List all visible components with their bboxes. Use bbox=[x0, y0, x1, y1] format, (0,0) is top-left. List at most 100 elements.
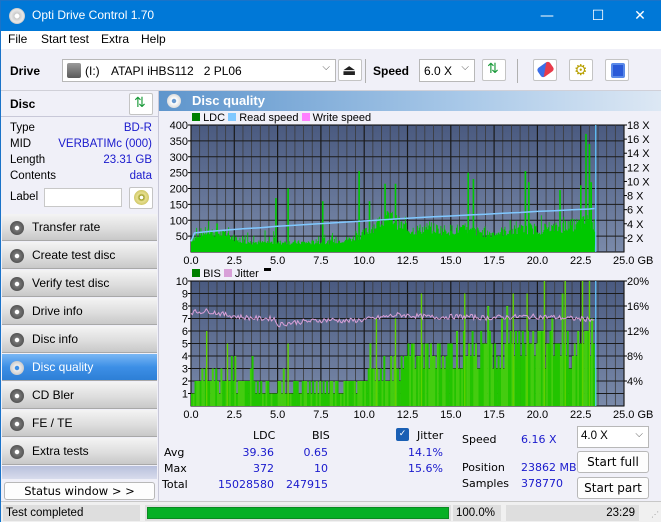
stats-avg-jitter: 14.1% bbox=[408, 446, 443, 459]
ldc-chart-x-tick-label: 22.5 bbox=[570, 255, 591, 267]
bis-spike bbox=[226, 343, 229, 406]
bis-bar bbox=[475, 343, 477, 406]
bis-bar bbox=[442, 356, 445, 406]
bis-chart-y-tick-label: 7 bbox=[182, 314, 188, 326]
bis-chart-x-tick-label: 22.5 bbox=[570, 409, 591, 421]
ldc-spike bbox=[588, 144, 591, 252]
bis-legend-swatch bbox=[192, 269, 200, 277]
bis-chart-y2-tick-label: 4% bbox=[627, 376, 643, 388]
ldc-chart-x-tick-label: 15.0 bbox=[440, 255, 461, 267]
bis-bar bbox=[294, 381, 297, 406]
bis-bar bbox=[468, 343, 471, 406]
bis-bar bbox=[258, 393, 261, 406]
ldc-legend-swatch bbox=[192, 113, 200, 121]
legend-marker bbox=[263, 268, 271, 271]
ldc-spike bbox=[394, 183, 397, 252]
bis-bar bbox=[350, 381, 353, 406]
start-full-button[interactable]: Start full bbox=[577, 451, 649, 473]
bis-bar bbox=[327, 393, 330, 406]
samples-value: 378770 bbox=[521, 477, 563, 490]
bis-chart-y-tick-label: 6 bbox=[182, 326, 188, 338]
resize-grip-icon[interactable]: ⋰ bbox=[651, 510, 659, 519]
bis-bar bbox=[333, 393, 335, 406]
ldc-chart-x-tick-label: 7.5 bbox=[313, 255, 328, 267]
bis-legend-label: BIS bbox=[203, 268, 221, 280]
ldc-chart-y-tick-label: 150 bbox=[170, 199, 188, 211]
bis-chart-y2-tick-label: 8% bbox=[627, 351, 643, 363]
bis-chart-y-tick-label: 2 bbox=[182, 376, 188, 388]
bis-bar bbox=[268, 393, 271, 406]
bis-bar bbox=[215, 368, 218, 406]
bis-bar bbox=[345, 381, 348, 406]
bis-chart-y-tick-label: 5 bbox=[182, 339, 188, 351]
ldc-chart-x-tick-label: 12.5 bbox=[397, 255, 418, 267]
jitter-legend-label: Jitter bbox=[234, 268, 259, 280]
bis-chart-x-tick-label: 2.5 bbox=[227, 409, 242, 421]
bis-bar bbox=[246, 381, 249, 406]
bis-bar bbox=[436, 343, 439, 406]
bis-bar bbox=[452, 368, 455, 406]
stats-total-label: Total bbox=[162, 478, 188, 491]
bis-bar bbox=[338, 393, 341, 406]
bis-chart-y2-tick-label: 12% bbox=[627, 326, 649, 338]
stats-avg-bis: 0.65 bbox=[303, 446, 329, 459]
bis-bar bbox=[404, 356, 406, 406]
start-part-button[interactable]: Start part bbox=[577, 477, 649, 499]
progress-fill bbox=[147, 507, 449, 519]
stats-col-bis: BIS bbox=[312, 429, 330, 442]
chart2-legend: BIS Jitter bbox=[192, 268, 271, 280]
bis-spike bbox=[581, 281, 584, 406]
bis-bar bbox=[371, 368, 374, 406]
samples-label: Samples bbox=[462, 477, 509, 490]
ldc-chart-y2-tick-label: 10 X bbox=[627, 176, 650, 188]
bis-spike bbox=[512, 293, 514, 406]
bis-bar bbox=[561, 293, 564, 406]
ldc-spike bbox=[358, 171, 360, 252]
read-speed-legend-label: Read speed bbox=[239, 112, 299, 124]
test-speed-select[interactable]: 4.0 X ⌵ bbox=[577, 426, 649, 448]
ldc-spike bbox=[467, 172, 470, 252]
stats-max-label: Max bbox=[164, 462, 187, 475]
bis-bar bbox=[485, 343, 488, 406]
chevron-down-icon: ⌵ bbox=[635, 429, 643, 440]
stats-max-ldc: 372 bbox=[253, 462, 274, 475]
bis-chart-x-tick-label: 10.0 bbox=[353, 409, 374, 421]
ldc-chart-y-tick-label: 250 bbox=[170, 168, 188, 180]
bis-chart-y-tick-label: 3 bbox=[182, 364, 188, 376]
bis-bar bbox=[431, 356, 434, 406]
ldc-spike bbox=[559, 190, 561, 252]
jitter-legend-swatch bbox=[223, 269, 232, 277]
bis-bar bbox=[274, 393, 277, 406]
charts-svg: 4003503002502001501005018 X16 X14 X12 X1… bbox=[170, 120, 654, 421]
speed-stat-label: Speed bbox=[462, 433, 497, 446]
bis-bar bbox=[284, 393, 287, 406]
chart1-legend: LDC Read speed Write speed bbox=[192, 112, 371, 124]
ldc-spike bbox=[368, 201, 371, 252]
bis-bar bbox=[322, 381, 325, 406]
ldc-chart-y-tick-label: 400 bbox=[170, 120, 188, 132]
bis-bar bbox=[201, 368, 204, 406]
ldc-chart-x-tick-label: 10.0 bbox=[353, 255, 374, 267]
read-speed-legend-swatch bbox=[228, 113, 237, 121]
bis-chart-y-tick-label: 4 bbox=[182, 351, 188, 363]
ldc-chart-y-tick-label: 350 bbox=[170, 136, 188, 148]
bis-chart-x-tick-label: 15.0 bbox=[440, 409, 461, 421]
bis-bar bbox=[253, 381, 256, 406]
bis-spike bbox=[543, 281, 546, 406]
bis-chart-x-tick-label: 7.5 bbox=[313, 409, 328, 421]
ldc-spike bbox=[580, 185, 582, 252]
bis-bar bbox=[301, 381, 304, 406]
ldc-spike bbox=[321, 201, 324, 252]
elapsed-time: 23:29 bbox=[506, 505, 639, 521]
bis-bar bbox=[480, 331, 483, 406]
bis-bar bbox=[263, 393, 266, 406]
bis-bar bbox=[360, 381, 363, 406]
bis-bar bbox=[192, 393, 195, 406]
ldc-chart-y-tick-label: 200 bbox=[170, 184, 188, 196]
jitter-checkbox[interactable]: ✓ bbox=[396, 428, 409, 441]
stats-max-jitter: 15.6% bbox=[408, 462, 443, 475]
bis-bar bbox=[506, 306, 509, 406]
bis-chart-x-tick-label: 0.0 bbox=[183, 409, 198, 421]
position-label: Position bbox=[462, 461, 505, 474]
position-value: 23862 MB bbox=[521, 461, 577, 474]
